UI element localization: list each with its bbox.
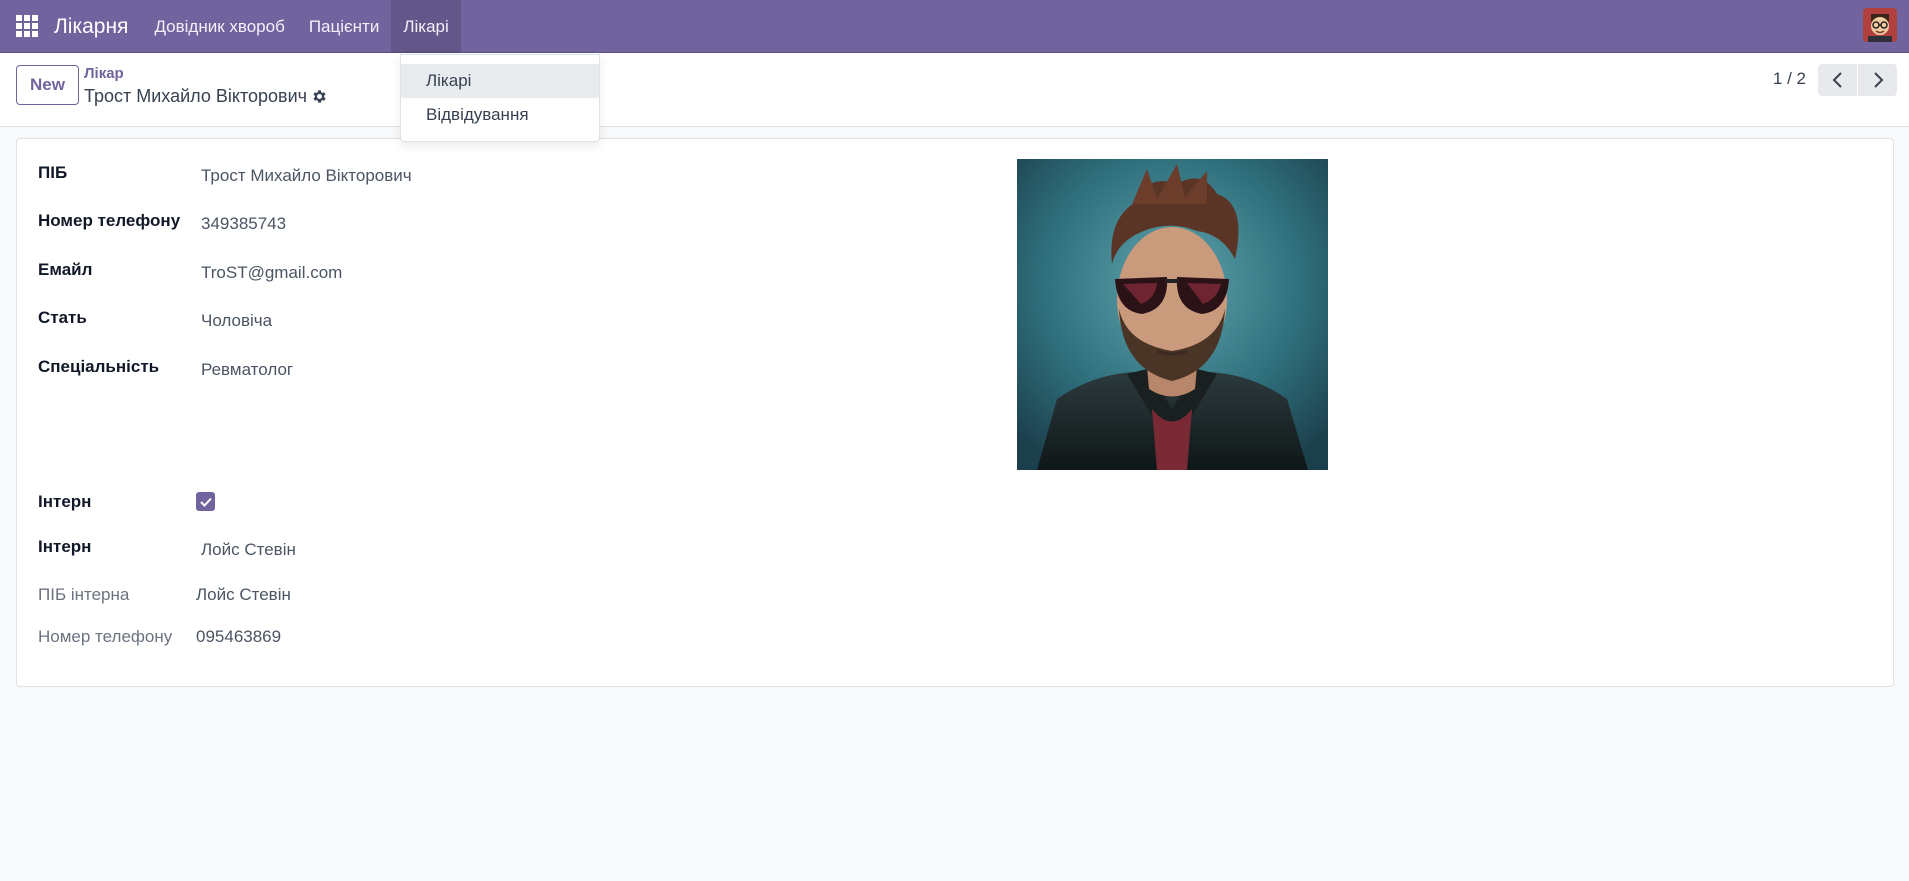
- chevron-left-icon: [1832, 72, 1842, 88]
- field-label-email: Емайл: [38, 260, 93, 279]
- app-brand[interactable]: Лікарня: [54, 0, 142, 53]
- field-label-intern-flag: Інтерн: [38, 492, 92, 511]
- doctors-dropdown-menu: Лікарі Відвідування: [400, 54, 600, 142]
- top-navbar: Лікарня Довідник хвороб Пацієнти Лікарі: [0, 0, 1909, 53]
- form-sheet: ПІБ Трост Михайло Вікторович Номер телеф…: [16, 138, 1894, 687]
- field-label-phone: Номер телефону: [38, 211, 181, 230]
- menu-item-diseases[interactable]: Довідник хвороб: [142, 0, 296, 53]
- pager-value[interactable]: 1 / 2: [1773, 69, 1806, 89]
- field-label-intern: Інтерн: [38, 537, 92, 556]
- avatar-icon: [1863, 8, 1897, 42]
- field-label-full-name: ПІБ: [38, 163, 68, 182]
- field-email[interactable]: TroST@gmail.com: [201, 263, 342, 283]
- field-label-intern-name: ПІБ інтерна: [38, 585, 130, 604]
- breadcrumb-current: Трост Михайло Вікторович: [84, 86, 308, 106]
- apps-menu-button[interactable]: [0, 0, 54, 53]
- field-gender[interactable]: Чоловіча: [201, 311, 272, 331]
- intern-checkbox[interactable]: [196, 492, 215, 511]
- doctor-portrait-image: [1017, 159, 1328, 470]
- field-label-specialty: Спеціальність: [38, 357, 160, 376]
- field-full-name[interactable]: Трост Михайло Вікторович: [201, 166, 412, 186]
- doctor-photo[interactable]: [1017, 159, 1328, 470]
- chevron-right-icon: [1873, 72, 1883, 88]
- pager-next-button[interactable]: [1858, 64, 1897, 96]
- new-button[interactable]: New: [16, 65, 79, 105]
- field-phone[interactable]: 349385743: [201, 214, 286, 234]
- user-avatar[interactable]: [1863, 8, 1897, 42]
- menu-item-doctors[interactable]: Лікарі: [391, 0, 461, 53]
- dropdown-item-doctors[interactable]: Лікарі: [401, 64, 599, 98]
- gear-icon[interactable]: [311, 88, 328, 105]
- field-intern-phone: 095463869: [196, 627, 282, 646]
- field-intern[interactable]: Лойс Стевін: [201, 540, 296, 560]
- dropdown-item-visits[interactable]: Відвідування: [401, 98, 599, 132]
- apps-grid-icon: [16, 15, 38, 37]
- field-specialty[interactable]: Ревматолог: [201, 360, 293, 380]
- control-panel: New Лікар Трост Михайло Вікторович 1 / 2: [0, 53, 1909, 127]
- breadcrumb-parent-link[interactable]: Лікар: [84, 65, 124, 82]
- field-label-intern-phone: Номер телефону: [38, 627, 173, 646]
- menu-item-patients[interactable]: Пацієнти: [297, 0, 392, 53]
- checkmark-icon: [199, 497, 212, 507]
- pager-previous-button[interactable]: [1818, 64, 1857, 96]
- field-intern-name: Лойс Стевін: [196, 585, 291, 604]
- field-label-gender: Стать: [38, 308, 87, 327]
